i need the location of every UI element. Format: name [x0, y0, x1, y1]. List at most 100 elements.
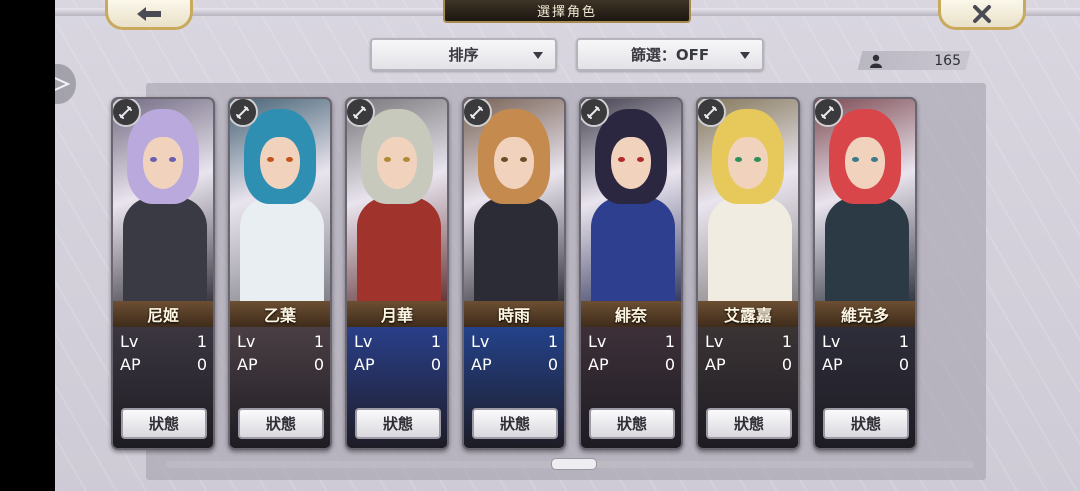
- chevron-down-icon: [740, 52, 750, 59]
- ap-value: 0: [313, 355, 324, 374]
- character-portrait: [698, 99, 798, 301]
- portrait-eye: [754, 157, 761, 162]
- portrait-eye: [637, 157, 644, 162]
- status-button[interactable]: 狀態: [472, 408, 558, 439]
- character-stats: Lv 1 AP 0 狀態: [698, 327, 798, 448]
- sword-icon: [230, 99, 258, 127]
- character-count-value: 165: [934, 52, 961, 69]
- character-card[interactable]: 尼姬 Lv 1 AP 0 狀態: [111, 97, 215, 450]
- ap-row: AP 0: [354, 355, 441, 375]
- ap-value: 0: [430, 355, 441, 374]
- sword-icon: [698, 99, 726, 127]
- portrait-outfit: [123, 197, 207, 301]
- portrait-outfit: [591, 197, 675, 301]
- portrait-eye: [618, 157, 625, 162]
- portrait-eye: [871, 157, 878, 162]
- portrait-eye: [150, 157, 157, 162]
- level-row: Lv 1: [705, 332, 792, 352]
- level-value: 1: [547, 332, 558, 351]
- character-stats: Lv 1 AP 0 狀態: [581, 327, 681, 448]
- character-name: 時雨: [464, 301, 564, 327]
- close-button[interactable]: [938, 0, 1026, 30]
- portrait-eye: [735, 157, 742, 162]
- portrait-outfit: [708, 197, 792, 301]
- sword-icon: [581, 99, 609, 127]
- ap-row: AP 0: [822, 355, 909, 375]
- character-card[interactable]: 月華 Lv 1 AP 0 狀態: [345, 97, 449, 450]
- portrait-outfit: [474, 197, 558, 301]
- character-stats: Lv 1 AP 0 狀態: [230, 327, 330, 448]
- back-button[interactable]: [105, 0, 193, 30]
- chevron-down-icon: [533, 52, 543, 59]
- status-button[interactable]: 狀態: [589, 408, 675, 439]
- character-card[interactable]: 緋奈 Lv 1 AP 0 狀態: [579, 97, 683, 450]
- level-label: Lv: [120, 332, 139, 351]
- sword-icon: [464, 99, 492, 127]
- character-name: 維克多: [815, 301, 915, 327]
- ap-label: AP: [237, 355, 258, 374]
- portrait-face: [377, 137, 417, 189]
- x-close-icon: [973, 4, 991, 23]
- character-portrait: [464, 99, 564, 301]
- ap-value: 0: [664, 355, 675, 374]
- portrait-face: [728, 137, 768, 189]
- character-stats: Lv 1 AP 0 狀態: [815, 327, 915, 448]
- status-button[interactable]: 狀態: [238, 408, 324, 439]
- ap-row: AP 0: [237, 355, 324, 375]
- filter-label: 篩選：OFF: [630, 46, 710, 64]
- level-value: 1: [898, 332, 909, 351]
- character-portrait: [113, 99, 213, 301]
- filter-dropdown[interactable]: 篩選：OFF: [576, 38, 764, 71]
- portrait-face: [845, 137, 885, 189]
- ap-row: AP 0: [705, 355, 792, 375]
- level-label: Lv: [471, 332, 490, 351]
- ap-label: AP: [822, 355, 843, 374]
- level-row: Lv 1: [120, 332, 207, 352]
- character-stats: Lv 1 AP 0 狀態: [347, 327, 447, 448]
- portrait-eye: [403, 157, 410, 162]
- character-stats: Lv 1 AP 0 狀態: [113, 327, 213, 448]
- ap-label: AP: [354, 355, 375, 374]
- character-card[interactable]: 艾露嘉 Lv 1 AP 0 狀態: [696, 97, 800, 450]
- ap-value: 0: [781, 355, 792, 374]
- character-card[interactable]: 維克多 Lv 1 AP 0 狀態: [813, 97, 917, 450]
- ap-row: AP 0: [588, 355, 675, 375]
- sort-label: 排序: [448, 46, 479, 64]
- status-button[interactable]: 狀態: [355, 408, 441, 439]
- floating-assist-button[interactable]: [55, 64, 76, 104]
- level-row: Lv 1: [471, 332, 558, 352]
- level-label: Lv: [588, 332, 607, 351]
- level-value: 1: [430, 332, 441, 351]
- portrait-eye: [852, 157, 859, 162]
- sort-dropdown[interactable]: 排序: [370, 38, 557, 71]
- scrollbar-thumb[interactable]: [551, 458, 597, 470]
- level-value: 1: [196, 332, 207, 351]
- status-button[interactable]: 狀態: [706, 408, 792, 439]
- portrait-eye: [501, 157, 508, 162]
- level-value: 1: [664, 332, 675, 351]
- character-card[interactable]: 時雨 Lv 1 AP 0 狀態: [462, 97, 566, 450]
- level-row: Lv 1: [354, 332, 441, 352]
- portrait-face: [260, 137, 300, 189]
- page-title: 選擇角色: [443, 0, 691, 23]
- level-row: Lv 1: [237, 332, 324, 352]
- ap-row: AP 0: [120, 355, 207, 375]
- character-portrait: [230, 99, 330, 301]
- character-card[interactable]: 乙葉 Lv 1 AP 0 狀態: [228, 97, 332, 450]
- portrait-outfit: [825, 197, 909, 301]
- character-name: 月華: [347, 301, 447, 327]
- ap-label: AP: [471, 355, 492, 374]
- level-value: 1: [313, 332, 324, 351]
- portrait-face: [611, 137, 651, 189]
- portrait-eye: [520, 157, 527, 162]
- character-name: 艾露嘉: [698, 301, 798, 327]
- status-button[interactable]: 狀態: [121, 408, 207, 439]
- character-portrait: [347, 99, 447, 301]
- portrait-face: [494, 137, 534, 189]
- status-button[interactable]: 狀態: [823, 408, 909, 439]
- level-value: 1: [781, 332, 792, 351]
- arrow-left-icon: [137, 6, 161, 21]
- character-portrait: [581, 99, 681, 301]
- ap-value: 0: [547, 355, 558, 374]
- character-count: 165: [865, 51, 965, 70]
